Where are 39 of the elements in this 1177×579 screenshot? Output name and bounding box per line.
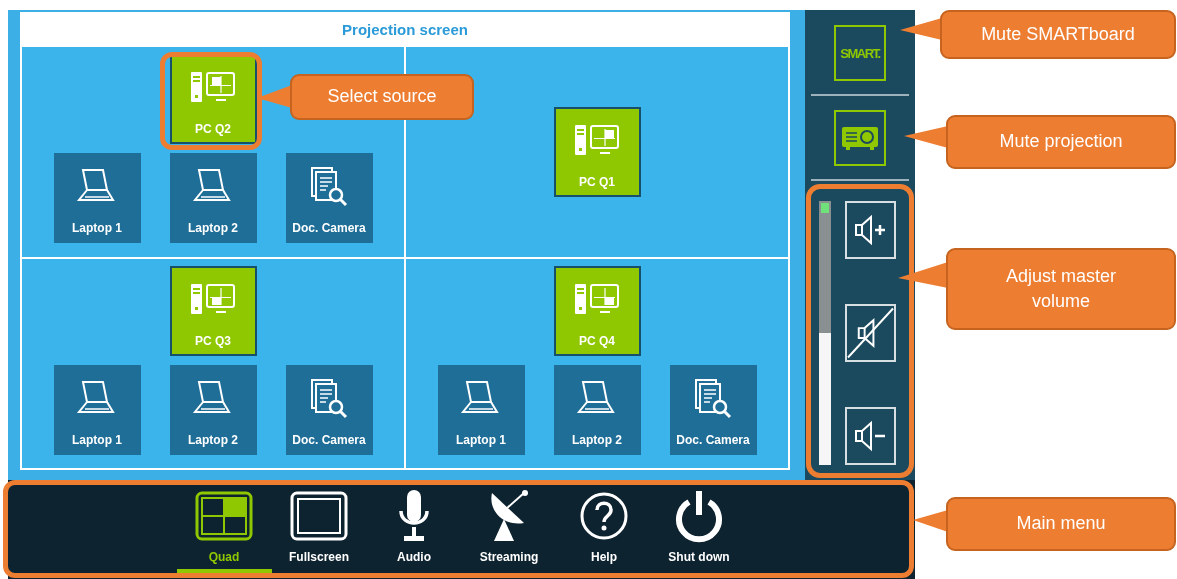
volume-up-button[interactable] bbox=[844, 201, 896, 259]
source-tile[interactable]: Doc. Camera bbox=[669, 364, 757, 455]
menu-tab[interactable]: Quad bbox=[176, 488, 272, 574]
projection-mute-button[interactable] bbox=[834, 110, 886, 166]
callout-pointer bbox=[904, 126, 948, 148]
mute-button[interactable] bbox=[844, 304, 896, 362]
menu-tab[interactable]: Fullscreen bbox=[271, 488, 367, 574]
smartboard-mute-button[interactable]: SMART. bbox=[834, 25, 886, 81]
document-magnifier-icon bbox=[309, 377, 349, 420]
source-tile[interactable]: Laptop 1 bbox=[53, 153, 141, 243]
volume-indicator bbox=[820, 203, 829, 213]
document-magnifier-icon bbox=[309, 166, 349, 208]
panel-title: Projection screen bbox=[341, 20, 469, 40]
microphone-icon bbox=[397, 489, 431, 543]
callout-pointer bbox=[898, 262, 948, 288]
source-tile[interactable]: Laptop 1 bbox=[53, 364, 141, 455]
projector-icon bbox=[841, 124, 879, 152]
quad-layout-icon bbox=[195, 491, 253, 541]
menu-tab[interactable]: Shut down bbox=[651, 488, 747, 574]
callout: Mute SMARTboard bbox=[940, 10, 1176, 59]
callout: Adjust master volume bbox=[946, 248, 1176, 330]
source-tile[interactable]: Doc. Camera bbox=[285, 364, 373, 455]
menu-tab[interactable]: Streaming bbox=[461, 488, 557, 574]
menu-tab[interactable]: Audio bbox=[366, 488, 462, 574]
source-tile[interactable]: Laptop 2 bbox=[553, 364, 641, 455]
callout-pointer bbox=[900, 18, 942, 40]
screen-frame-icon bbox=[290, 491, 348, 541]
power-icon bbox=[674, 489, 724, 543]
help-icon bbox=[579, 491, 629, 541]
source-tile[interactable]: Laptop 2 bbox=[169, 364, 257, 455]
menu-tab[interactable]: Help bbox=[556, 488, 652, 574]
volume-down-button[interactable] bbox=[844, 407, 896, 465]
callout: Main menu bbox=[946, 497, 1176, 551]
source-tile[interactable]: Laptop 1 bbox=[437, 364, 525, 455]
speaker-crossed-icon bbox=[846, 307, 894, 359]
source-tile[interactable]: Laptop 2 bbox=[169, 153, 257, 243]
document-magnifier-icon bbox=[693, 377, 733, 420]
source-tile[interactable]: Doc. Camera bbox=[285, 153, 373, 243]
callout: Mute projection bbox=[946, 115, 1176, 169]
